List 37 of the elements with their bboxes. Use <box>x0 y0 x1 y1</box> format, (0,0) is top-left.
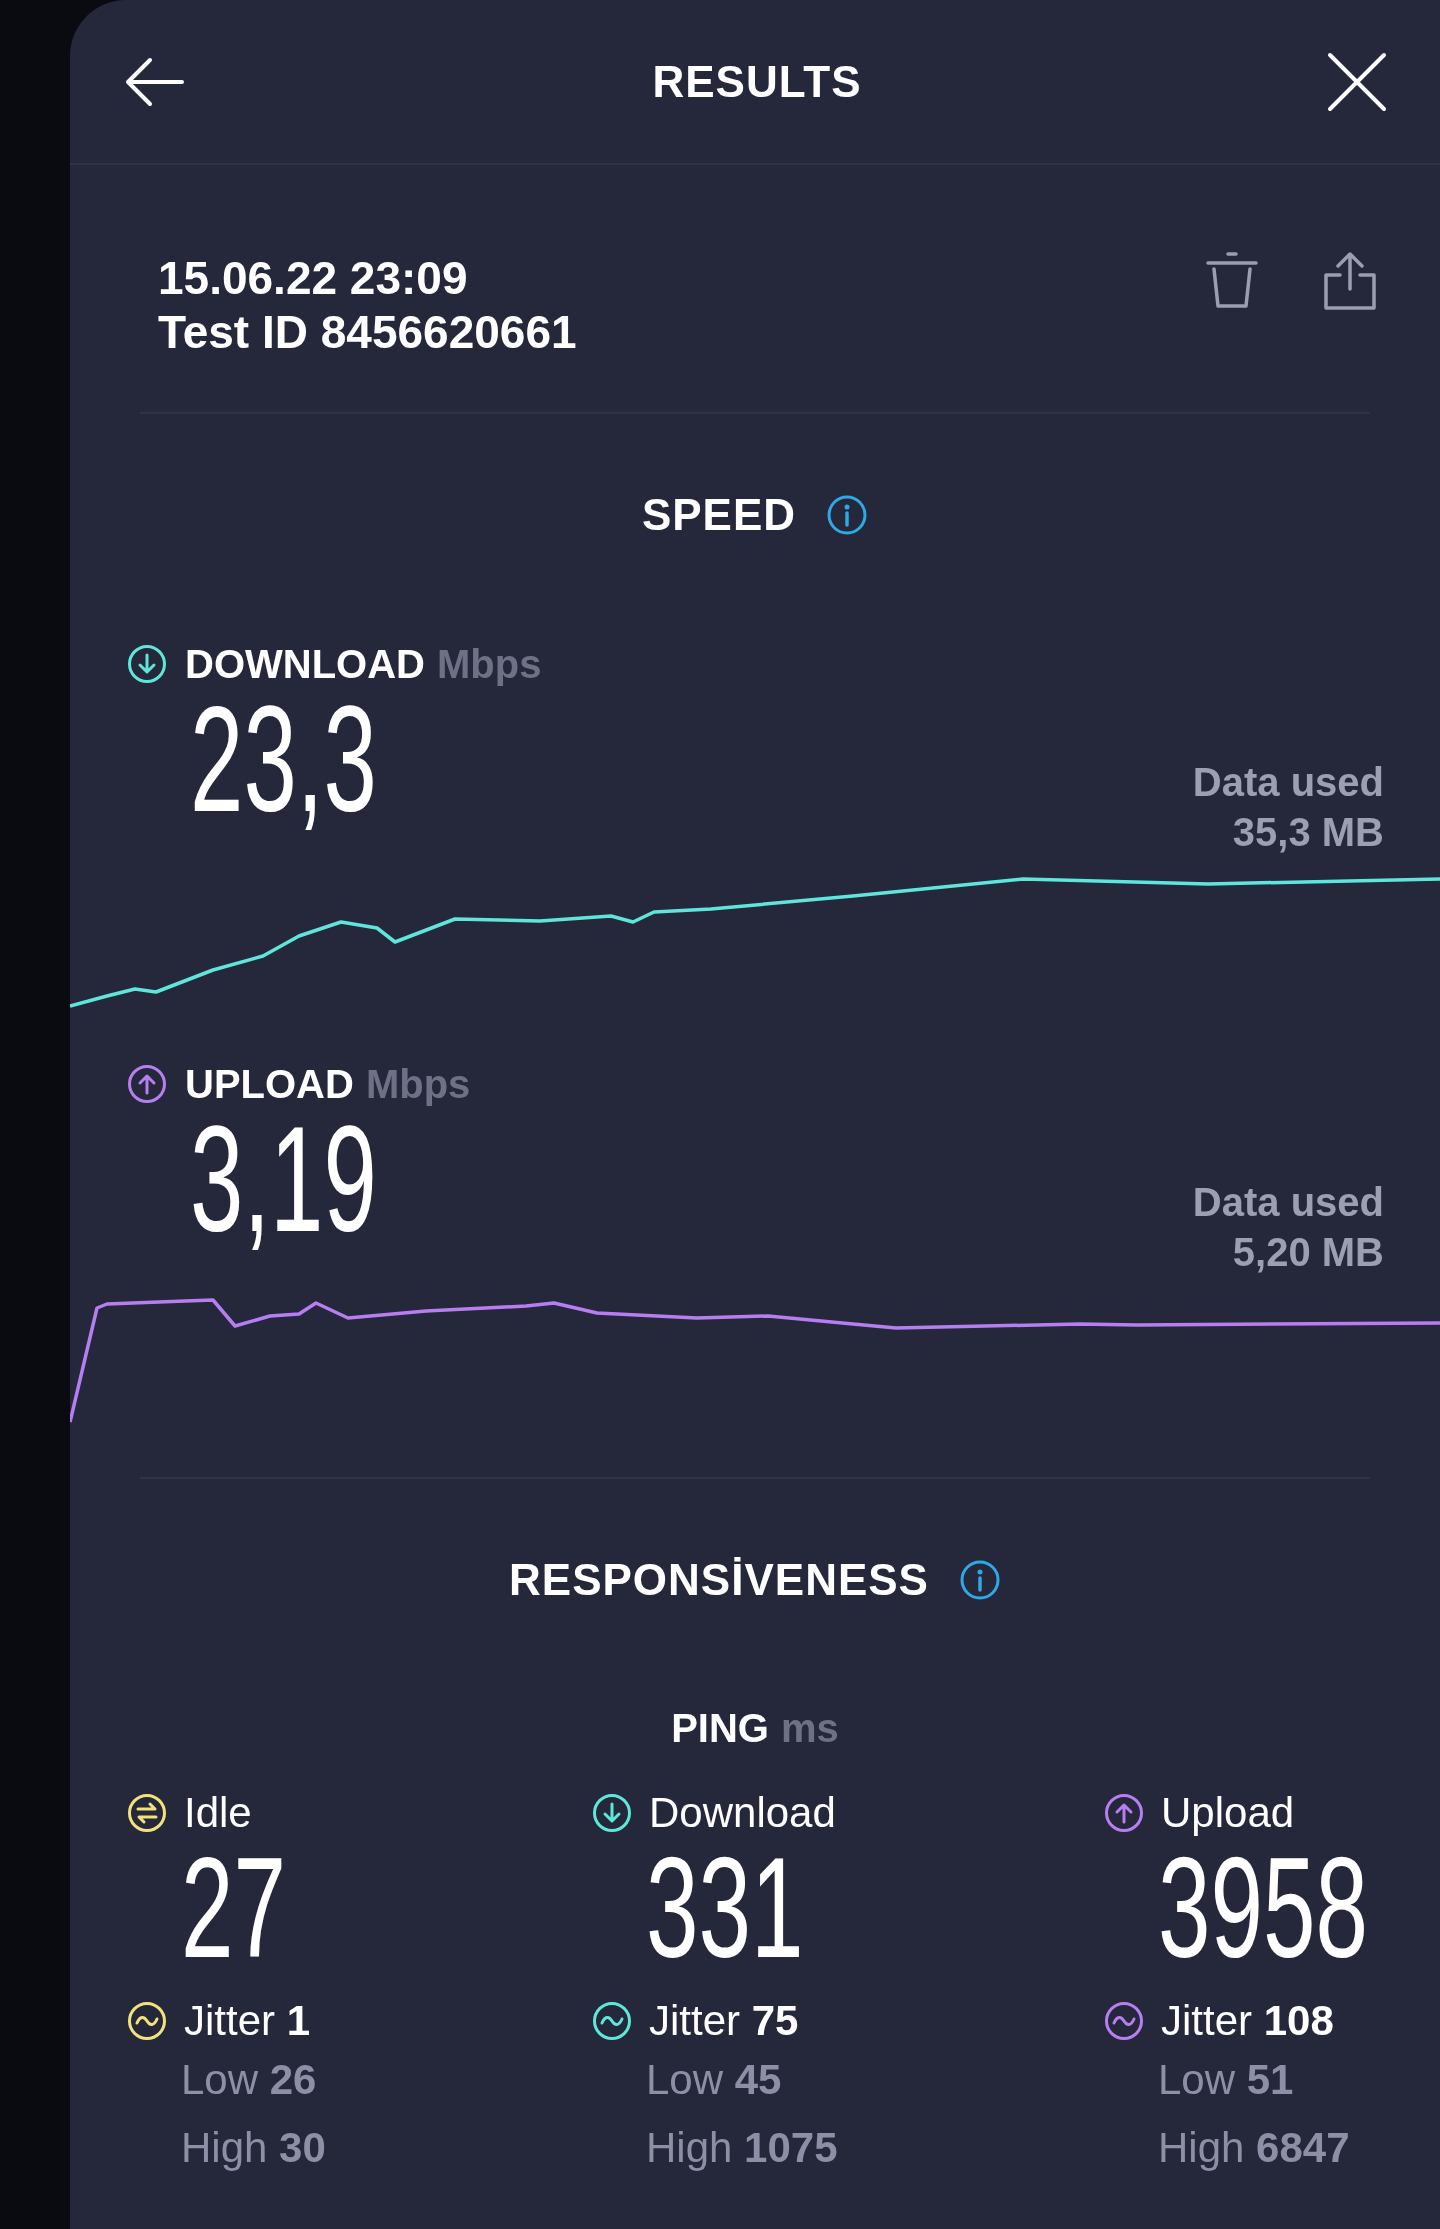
ping-high: High 6847 <box>1158 2123 1351 2173</box>
ping-unit: ms <box>781 1705 839 1752</box>
close-button[interactable] <box>1326 50 1388 113</box>
speed-label: UPLOAD <box>185 1061 354 1108</box>
data-used-label: Data used <box>1192 1179 1384 1226</box>
trash-icon[interactable] <box>1204 251 1260 311</box>
ping-type-label: Upload <box>1161 1788 1295 1838</box>
test-datetime: 15.06.22 23:09 <box>158 251 469 305</box>
ping-value: 331 <box>646 1838 804 1978</box>
speed-unit: Mbps <box>436 641 542 688</box>
data-used-value: 5,20 MB <box>1231 1229 1384 1276</box>
data-used-value: 35,3 MB <box>1231 809 1384 856</box>
speed-value: 3,19 <box>190 1109 377 1249</box>
section-title: RESPONSİVENESS <box>509 1554 929 1606</box>
ping-type-label: Idle <box>184 1788 252 1838</box>
page-title: RESULTS <box>652 55 862 108</box>
ping-low: Low 51 <box>1158 2055 1295 2105</box>
jitter-text: Jitter 75 <box>649 1996 799 2046</box>
ping-high: High 30 <box>181 2123 327 2173</box>
data-used-label: Data used <box>1192 759 1384 806</box>
jitter-text: Jitter 1 <box>184 1996 311 2046</box>
speed-label: DOWNLOAD <box>185 641 425 688</box>
ping-low: Low 26 <box>181 2055 318 2105</box>
share-icon[interactable] <box>1322 251 1378 311</box>
ping-low: Low 45 <box>646 2055 783 2105</box>
info-icon[interactable] <box>958 1559 1001 1601</box>
ping-value: 27 <box>181 1838 286 1978</box>
ping-value: 3958 <box>1158 1838 1368 1978</box>
ping-label: PING <box>671 1705 769 1752</box>
speed-value: 23,3 <box>190 689 377 829</box>
ping-high: High 1075 <box>646 2123 839 2173</box>
info-icon[interactable] <box>826 494 869 536</box>
test-id: Test ID 8456620661 <box>158 305 577 359</box>
speed-unit: Mbps <box>365 1061 471 1108</box>
jitter-text: Jitter 108 <box>1161 1996 1334 2046</box>
ping-type-label: Download <box>649 1788 836 1838</box>
section-title: SPEED <box>641 489 797 541</box>
